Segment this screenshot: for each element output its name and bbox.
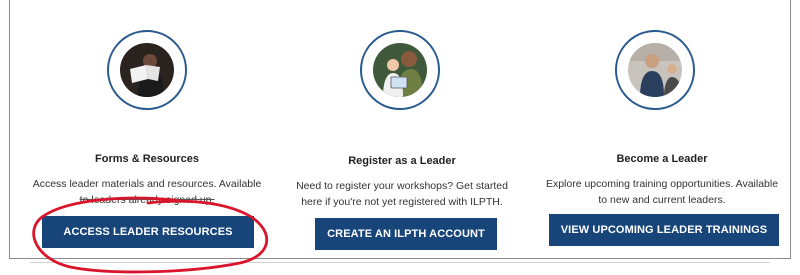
avatar — [360, 30, 440, 110]
description-line-2: to new and current leaders. — [598, 194, 726, 206]
description-line-2: here if you're not yet registered with I… — [301, 196, 503, 208]
description-line-2: to leaders already signed up. — [79, 194, 215, 206]
description-line-1: Access leader materials and resources. A… — [32, 178, 262, 190]
card-title: Forms & Resources — [95, 153, 199, 165]
description-line-1: Need to register your workshops? Get sta… — [296, 180, 508, 192]
card-description: Need to register your workshops? Get sta… — [277, 178, 527, 210]
grandparent-child-tablet-photo-icon — [373, 43, 427, 97]
create-ilpth-account-button[interactable]: CREATE AN ILPTH ACCOUNT — [315, 218, 497, 250]
card-become-leader: Become a Leader Explore upcoming trainin… — [537, 0, 787, 255]
access-leader-resources-button[interactable]: ACCESS LEADER RESOURCES — [42, 216, 254, 248]
avatar — [615, 30, 695, 110]
view-upcoming-leader-trainings-button[interactable]: VIEW UPCOMING LEADER TRAININGS — [549, 214, 779, 246]
card-register-leader: Register as a Leader Need to register yo… — [277, 0, 527, 255]
button-label: ACCESS LEADER RESOURCES — [63, 226, 233, 238]
description-line-1: Explore upcoming training opportunities.… — [545, 178, 779, 190]
card-title: Become a Leader — [616, 153, 708, 165]
card-forms-resources: Forms & Resources Access leader material… — [22, 0, 272, 255]
divider — [30, 262, 770, 263]
card-description: Explore upcoming training opportunities.… — [537, 176, 787, 208]
avatar — [107, 30, 187, 110]
trainer-presenting-photo-icon — [628, 43, 682, 97]
reading-woman-photo-icon — [120, 43, 174, 97]
card-title: Register as a Leader — [348, 155, 456, 167]
card-description: Access leader materials and resources. A… — [22, 176, 272, 208]
button-label: CREATE AN ILPTH ACCOUNT — [327, 228, 485, 240]
button-label: VIEW UPCOMING LEADER TRAININGS — [560, 224, 768, 236]
